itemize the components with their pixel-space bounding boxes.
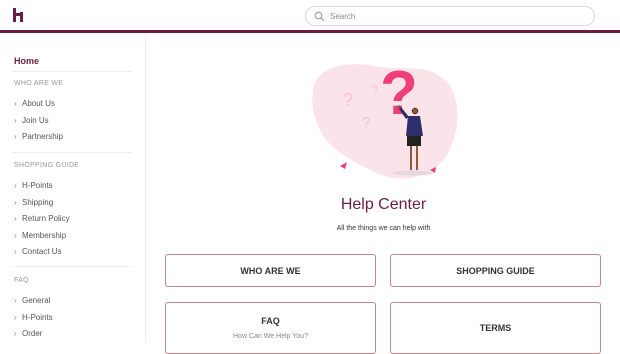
divider xyxy=(12,266,132,267)
top-bar xyxy=(0,0,620,33)
card-who-are-we[interactable]: WHO ARE WE xyxy=(165,254,376,287)
main-content: ? ? ? ? Help Center All the things we ca… xyxy=(147,36,620,354)
sidebar-item-label: Partnership xyxy=(22,132,63,141)
card-label: FAQ xyxy=(261,316,280,326)
card-terms[interactable]: TERMS xyxy=(390,302,601,354)
chevron-right-icon: › xyxy=(14,247,17,256)
chevron-right-icon: › xyxy=(14,214,17,223)
card-faq[interactable]: FAQ How Can We Help You? xyxy=(165,302,376,354)
chevron-right-icon: › xyxy=(14,116,17,125)
section-title-shopping-guide: SHOPPING GUIDE xyxy=(14,162,80,169)
card-subtitle: How Can We Help You? xyxy=(233,333,308,340)
sidebar-item-h-points[interactable]: › H-Points xyxy=(14,181,53,190)
h-logo-icon[interactable] xyxy=(12,7,26,23)
chevron-right-icon: › xyxy=(14,329,17,338)
page-subtitle: All the things we can help with xyxy=(336,225,431,232)
search-input[interactable] xyxy=(330,9,580,24)
sidebar-item-label: About Us xyxy=(22,99,55,108)
card-label: TERMS xyxy=(479,323,512,333)
card-shopping-guide[interactable]: SHOPPING GUIDE xyxy=(390,254,601,287)
sidebar-item-order[interactable]: › Order xyxy=(14,329,42,338)
sidebar-item-general[interactable]: › General xyxy=(14,296,50,305)
chevron-right-icon: › xyxy=(14,99,17,108)
chevron-right-icon: › xyxy=(14,231,17,240)
svg-text:?: ? xyxy=(371,83,378,97)
svg-text:?: ? xyxy=(343,90,353,110)
sidebar-item-label: Return Policy xyxy=(22,214,70,223)
section-title-who-are-we: WHO ARE WE xyxy=(14,80,64,87)
chevron-right-icon: › xyxy=(14,181,17,190)
svg-text:?: ? xyxy=(362,115,371,132)
search-icon xyxy=(314,11,325,22)
sidebar-item-label: Membership xyxy=(22,231,67,240)
help-illustration: ? ? ? ? xyxy=(312,59,458,179)
sidebar-item-about-us[interactable]: › About Us xyxy=(14,99,55,108)
sidebar-item-join-us[interactable]: › Join Us xyxy=(14,116,49,125)
sidebar-item-contact-us[interactable]: › Contact Us xyxy=(14,247,62,256)
chevron-right-icon: › xyxy=(14,296,17,305)
sidebar-item-home[interactable]: Home xyxy=(14,56,39,66)
sidebar-item-faq-h-points[interactable]: › H-Points xyxy=(14,313,53,322)
card-label: WHO ARE WE xyxy=(240,265,301,276)
chevron-right-icon: › xyxy=(14,132,17,141)
sidebar-item-label: Order xyxy=(22,329,43,338)
section-title-faq: FAQ xyxy=(14,277,29,284)
page-title: Help Center xyxy=(340,196,427,213)
sidebar: Home WHO ARE WE › About Us › Join Us › Part… xyxy=(0,36,146,343)
sidebar-item-return-policy[interactable]: › Return Policy xyxy=(14,214,70,223)
sidebar-item-label: Join Us xyxy=(22,116,49,125)
sidebar-item-label: Contact Us xyxy=(22,247,62,256)
search-box[interactable] xyxy=(305,6,595,26)
sidebar-item-label: Shipping xyxy=(22,198,54,207)
sidebar-item-shipping[interactable]: › Shipping xyxy=(14,198,53,207)
sidebar-item-partnership[interactable]: › Partnership xyxy=(14,132,63,141)
sidebar-item-label: General xyxy=(22,296,51,305)
sidebar-item-membership[interactable]: › Membership xyxy=(14,231,66,240)
chevron-right-icon: › xyxy=(14,198,17,207)
sidebar-item-label: H-Points xyxy=(22,181,53,190)
chevron-right-icon: › xyxy=(14,313,17,322)
card-label: SHOPPING GUIDE xyxy=(456,265,535,276)
divider xyxy=(12,152,132,153)
sidebar-item-label: H-Points xyxy=(22,313,53,322)
divider xyxy=(12,71,132,72)
